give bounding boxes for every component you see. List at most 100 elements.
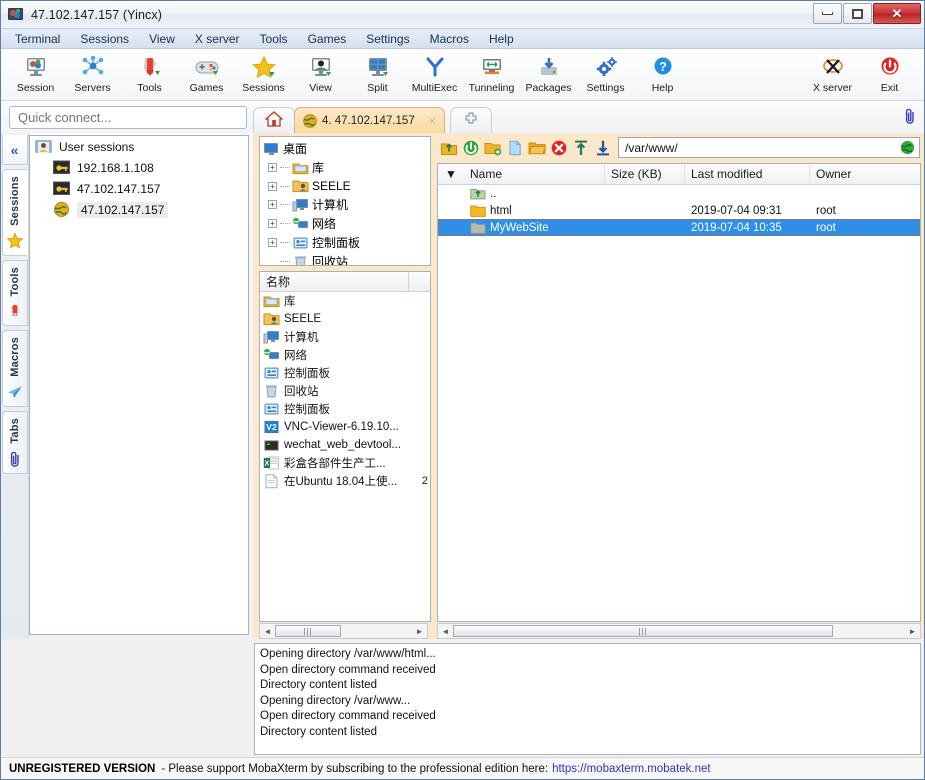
sessions-tree-root[interactable]: User sessions: [30, 136, 248, 157]
expand-icon[interactable]: +: [268, 219, 277, 228]
local-hscrollbar[interactable]: ◄ ||| ►: [259, 623, 428, 639]
open-folder-icon[interactable]: [528, 139, 547, 157]
sftp-log-pane[interactable]: Opening directory /var/www/html... Open …: [254, 643, 921, 755]
table-row[interactable]: html 2019-07-04 09:31 root: [438, 202, 920, 219]
menu-terminal[interactable]: Terminal: [5, 30, 70, 48]
toolbar-view-button[interactable]: View: [292, 52, 349, 94]
maximize-button[interactable]: [843, 3, 872, 24]
toolbar-tools-button[interactable]: Tools: [121, 52, 178, 94]
table-row[interactable]: MyWebSite 2019-07-04 10:35 root: [438, 219, 920, 236]
sftp-hscroll-track[interactable]: |||: [453, 624, 905, 638]
tab-home[interactable]: [253, 107, 295, 133]
menu-help[interactable]: Help: [479, 30, 524, 48]
local-tree-item-5[interactable]: 回收站: [260, 252, 430, 265]
list-item[interactable]: 计算机: [260, 328, 430, 346]
local-hscroll-left-arrow[interactable]: ◄: [260, 627, 275, 636]
list-item[interactable]: 回收站: [260, 382, 430, 400]
download-icon[interactable]: [594, 139, 612, 157]
local-col-size[interactable]: [408, 272, 430, 291]
toolbar-xserver-button[interactable]: X server: [804, 52, 861, 94]
toolbar-packages-button[interactable]: Packages: [520, 52, 577, 94]
local-hscroll-right-arrow[interactable]: ►: [412, 627, 427, 636]
toolbar-settings-button[interactable]: Settings: [577, 52, 634, 94]
menu-view[interactable]: View: [139, 30, 185, 48]
menu-xserver[interactable]: X server: [185, 30, 250, 48]
session-item-1[interactable]: 47.102.147.157: [30, 178, 248, 199]
local-hscroll-track[interactable]: |||: [275, 624, 412, 638]
quick-connect-input[interactable]: [9, 106, 247, 129]
refresh-icon[interactable]: [462, 139, 480, 157]
toolbar-tunneling-button[interactable]: Tunneling: [463, 52, 520, 94]
go-up-icon[interactable]: [440, 139, 458, 157]
local-tree-item-0[interactable]: + 库: [260, 158, 430, 177]
list-item[interactable]: X 彩盒各部件生产工...: [260, 454, 430, 472]
menu-macros[interactable]: Macros: [420, 30, 479, 48]
list-item[interactable]: 网络: [260, 346, 430, 364]
sftp-hscroll-right-arrow[interactable]: ►: [905, 627, 920, 636]
toolbar-sessions-button[interactable]: Sessions: [235, 52, 292, 94]
toolbar-session-button[interactable]: Session: [7, 52, 64, 94]
paperclip-icon: [902, 108, 918, 129]
sftp-path-box[interactable]: /var/www/: [618, 137, 920, 158]
local-col-name[interactable]: 名称: [260, 273, 408, 290]
sidebar-collapse-button[interactable]: «: [1, 135, 28, 165]
new-file-icon[interactable]: [506, 139, 524, 157]
sidebar-vtab-sessions[interactable]: Sessions: [1, 169, 28, 256]
sftp-col-owner[interactable]: Owner: [810, 164, 920, 184]
sftp-hscrollbar[interactable]: ◄ ||| ►: [437, 623, 921, 639]
sftp-path-value[interactable]: /var/www/: [625, 141, 900, 155]
tab-session-4[interactable]: 4. 47.102.147.157 ×: [294, 107, 445, 133]
local-tree-item-3[interactable]: + 网络: [260, 214, 430, 233]
expand-icon[interactable]: +: [268, 238, 277, 247]
expand-icon[interactable]: +: [268, 200, 277, 209]
minimize-button[interactable]: [813, 3, 842, 24]
sidebar-vtab-tabs[interactable]: Tabs: [1, 411, 28, 474]
status-link[interactable]: https://mobaxterm.mobatek.net: [552, 763, 711, 775]
expand-icon[interactable]: +: [268, 181, 277, 191]
toolbar-multiexec-button[interactable]: MultiExec: [406, 52, 463, 94]
list-item[interactable]: V2 VNC-Viewer-6.19.10...: [260, 418, 430, 436]
list-item[interactable]: 在Ubuntu 18.04上使... 2: [260, 472, 430, 490]
sftp-hscroll-thumb[interactable]: |||: [453, 625, 833, 637]
list-item[interactable]: SEELE: [260, 310, 430, 328]
toolbar-games-button[interactable]: Games: [178, 52, 235, 94]
exit-power-icon: [875, 55, 905, 80]
local-tree-item-4[interactable]: + 控制面板: [260, 233, 430, 252]
new-tab-button[interactable]: [449, 107, 492, 133]
sftp-hscroll-left-arrow[interactable]: ◄: [438, 627, 453, 636]
delete-icon[interactable]: [550, 139, 568, 157]
toolbar-help-button[interactable]: ? Help: [634, 52, 691, 94]
toolbar-servers-button[interactable]: Servers: [64, 52, 121, 94]
table-row[interactable]: ..: [438, 185, 920, 202]
local-tree-item-2[interactable]: + 计算机: [260, 195, 430, 214]
toolbar-split-button[interactable]: Split: [349, 52, 406, 94]
local-tree-item-1[interactable]: + SEELE: [260, 177, 430, 195]
sidebar-vtab-macros[interactable]: Macros: [1, 330, 28, 408]
list-item[interactable]: 控制面板: [260, 400, 430, 418]
list-item[interactable]: wechat_web_devtool...: [260, 436, 430, 454]
new-folder-icon[interactable]: [484, 139, 502, 157]
sftp-col-modified[interactable]: Last modified: [685, 164, 810, 184]
menu-settings[interactable]: Settings: [356, 30, 419, 48]
toolbar-exit-button[interactable]: Exit: [861, 52, 918, 94]
sort-arrow-icon[interactable]: ▼: [438, 164, 464, 184]
upload-icon[interactable]: [572, 139, 590, 157]
local-hscroll-thumb[interactable]: |||: [275, 625, 341, 637]
sftp-col-name[interactable]: Name: [464, 164, 605, 184]
log-line: Opening directory /var/www...: [260, 694, 411, 707]
session-item-2[interactable]: 47.102.147.157: [30, 199, 248, 220]
tab-close-icon[interactable]: ×: [429, 114, 436, 128]
menu-games[interactable]: Games: [298, 30, 357, 48]
expand-icon[interactable]: +: [268, 163, 277, 172]
close-button[interactable]: ✕: [873, 3, 921, 24]
sidebar-vtab-tools[interactable]: Tools: [1, 259, 28, 327]
menu-sessions[interactable]: Sessions: [70, 30, 139, 48]
tab-clip-button[interactable]: [902, 107, 918, 130]
sftp-col-size[interactable]: Size (KB): [605, 164, 685, 184]
globe-icon[interactable]: [900, 140, 915, 155]
list-item[interactable]: 库: [260, 292, 430, 310]
menu-tools[interactable]: Tools: [250, 30, 298, 48]
session-item-0[interactable]: 192.168.1.108: [30, 157, 248, 178]
local-tree-root[interactable]: 桌面: [260, 137, 430, 158]
list-item[interactable]: 控制面板: [260, 364, 430, 382]
